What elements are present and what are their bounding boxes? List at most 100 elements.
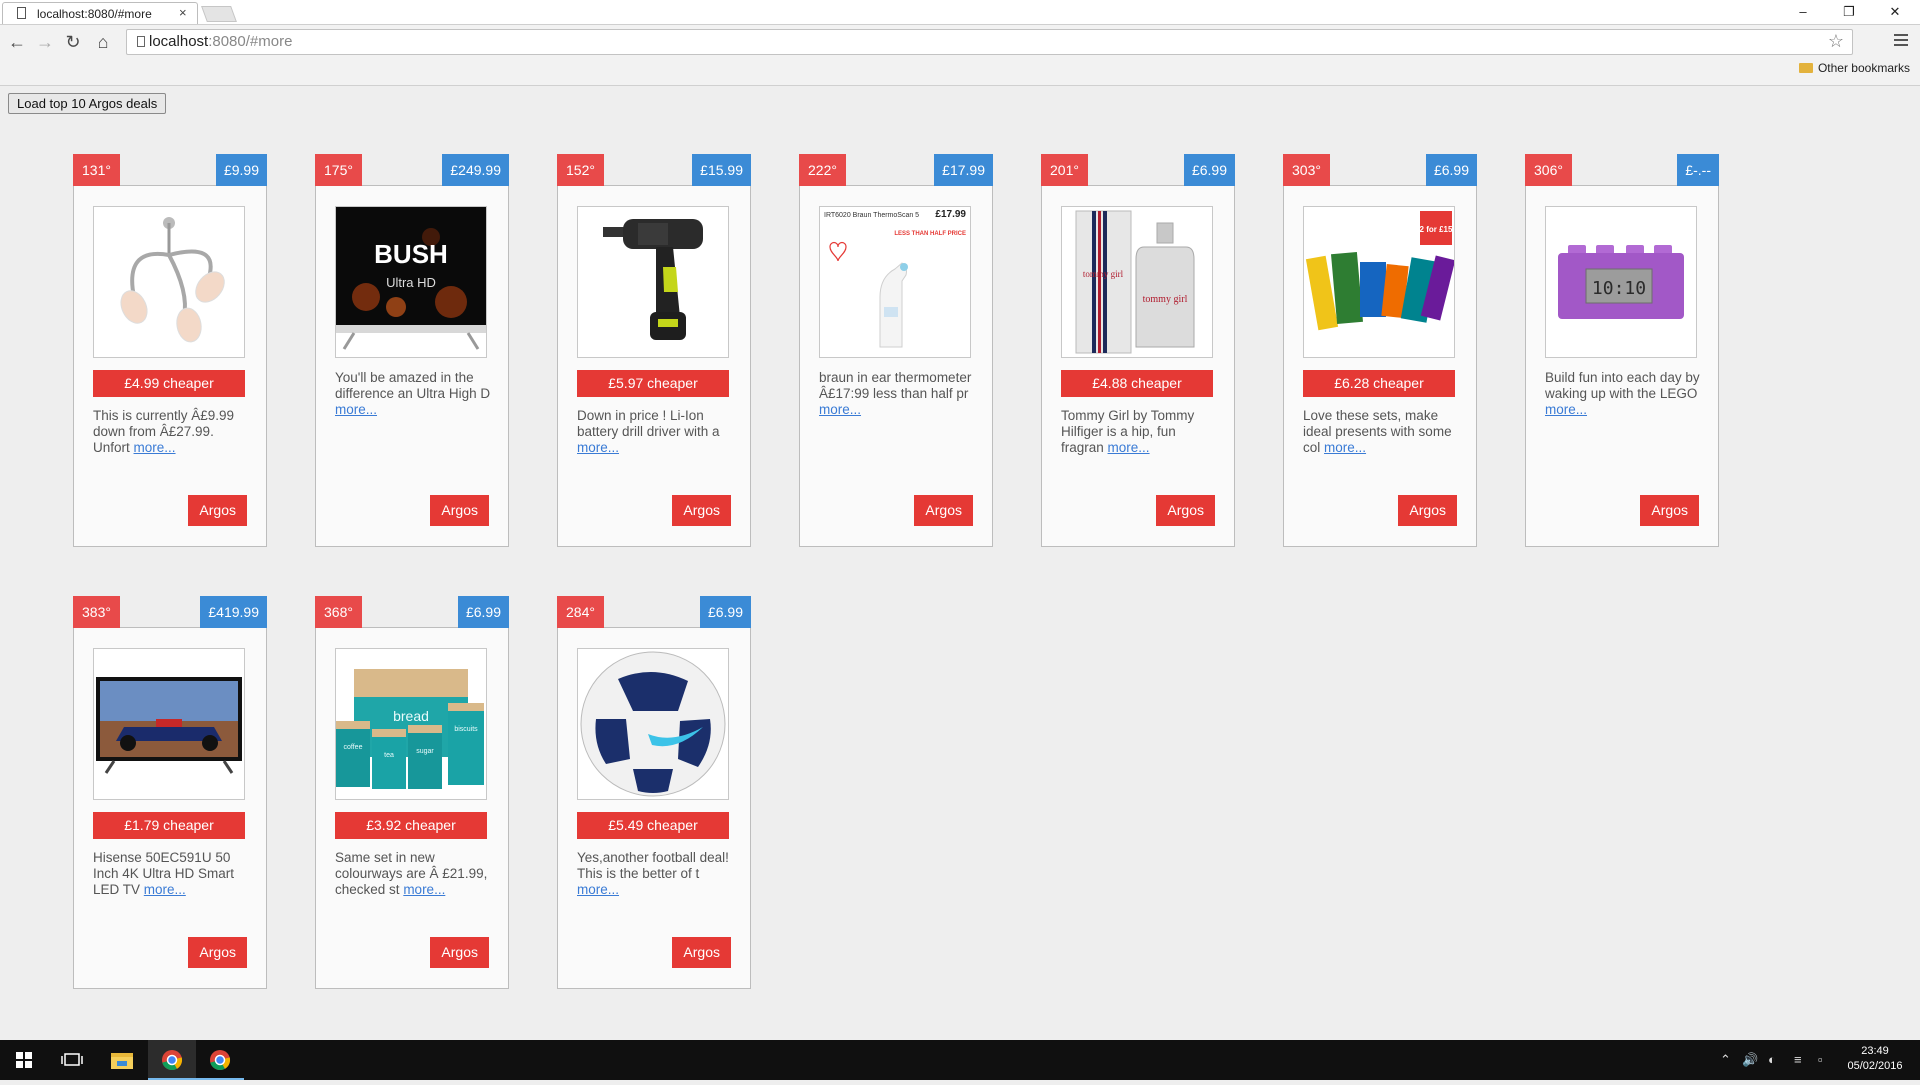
network-icon[interactable]: ◐: [1768, 1040, 1776, 1080]
deal-temperature-badge: 368°: [315, 596, 362, 628]
deal-card: 175° £249.99 BUSH Ultra HD You'll be ama…: [315, 154, 509, 547]
load-deals-button[interactable]: Load top 10 Argos deals: [8, 93, 167, 114]
more-link[interactable]: more...: [403, 882, 445, 897]
deal-temperature-badge: 131°: [73, 154, 120, 186]
deal-temperature-badge: 306°: [1525, 154, 1572, 186]
chrome-taskbar-icon[interactable]: [196, 1040, 244, 1080]
deal-card: 152° £15.99 £5.97 cheaper Down in price …: [557, 154, 751, 547]
browser-tab[interactable]: localhost:8080/#more ×: [2, 2, 198, 24]
deal-description: Build fun into each day by waking up wit…: [1545, 370, 1703, 418]
cheaper-badge: £4.88 cheaper: [1061, 370, 1213, 397]
deal-card: 201° £6.99 tommy girl tommy girl £4.88 c…: [1041, 154, 1235, 547]
argos-button[interactable]: Argos: [430, 495, 489, 526]
deal-card: 284° £6.99 £5.49 cheaper Yes,another foo…: [557, 596, 751, 989]
argos-button[interactable]: Argos: [1640, 495, 1699, 526]
url-path: :8080/#more: [208, 33, 293, 50]
deal-temperature-badge: 201°: [1041, 154, 1088, 186]
deal-description: Hisense 50EC591U 50 Inch 4K Ultra HD Sma…: [93, 850, 251, 898]
hisense-tv-icon[interactable]: [93, 648, 245, 800]
ceiling-light-icon[interactable]: [93, 206, 245, 358]
cheaper-badge: £4.99 cheaper: [93, 370, 245, 397]
bush-tv-icon[interactable]: BUSH Ultra HD: [335, 206, 487, 358]
argos-button[interactable]: Argos: [672, 495, 731, 526]
deal-description: Tommy Girl by Tommy Hilfiger is a hip, f…: [1061, 408, 1219, 456]
system-clock[interactable]: 23:49 05/02/2016: [1840, 1044, 1910, 1074]
more-link[interactable]: more...: [1108, 440, 1150, 455]
deal-price-badge: £17.99: [934, 154, 993, 186]
tab-close-icon[interactable]: ×: [179, 5, 187, 20]
argos-button[interactable]: Argos: [672, 937, 731, 968]
notifications-icon[interactable]: ▫: [1818, 1040, 1823, 1080]
restore-button[interactable]: ❐: [1826, 0, 1872, 24]
reload-icon[interactable]: ↻: [62, 31, 84, 53]
other-bookmarks[interactable]: Other bookmarks: [1798, 61, 1910, 75]
more-link[interactable]: more...: [134, 440, 176, 455]
deal-temperature-badge: 222°: [799, 154, 846, 186]
url-text: localhost:8080/#more: [149, 33, 292, 50]
box-brand-text: tommy girl: [1083, 269, 1124, 279]
deal-description-text: You'll be amazed in the difference an Ul…: [335, 370, 491, 401]
drill-icon[interactable]: [577, 206, 729, 358]
start-button[interactable]: [0, 1040, 48, 1080]
bush-brand-text: BUSH: [374, 239, 448, 269]
perfume-icon[interactable]: tommy girl tommy girl: [1061, 206, 1213, 358]
deal-description-text: Yes,another football deal! This is the b…: [577, 850, 729, 881]
argos-button[interactable]: Argos: [914, 495, 973, 526]
cheaper-badge: £5.97 cheaper: [577, 370, 729, 397]
page-icon: [17, 7, 26, 19]
file-explorer-icon[interactable]: [98, 1040, 146, 1080]
more-link[interactable]: more...: [577, 882, 619, 897]
argos-button[interactable]: Argos: [188, 937, 247, 968]
more-link[interactable]: more...: [1324, 440, 1366, 455]
bookmark-star-icon[interactable]: ☆: [1828, 31, 1844, 52]
new-tab-button[interactable]: [201, 6, 237, 22]
deal-description: braun in ear thermometer Â£17:99 less th…: [819, 370, 977, 418]
more-link[interactable]: more...: [335, 402, 377, 417]
deal-card: 222° £17.99 IRT6020 Braun ThermoScan 5 £…: [799, 154, 993, 547]
football-icon[interactable]: [577, 648, 729, 800]
deal-price-badge: £6.99: [1425, 154, 1477, 186]
address-bar[interactable]: localhost:8080/#more ☆: [126, 29, 1853, 55]
deal-description: Down in price ! Li-Ion battery drill dri…: [577, 408, 735, 456]
thermometer-icon[interactable]: IRT6020 Braun ThermoScan 5 £17.99 LESS T…: [819, 206, 971, 358]
argos-button[interactable]: Argos: [1156, 495, 1215, 526]
deal-description-text: Build fun into each day by waking up wit…: [1545, 370, 1700, 401]
minimize-button[interactable]: –: [1780, 0, 1826, 24]
back-arrow-icon[interactable]: ←: [6, 31, 28, 53]
bread-label-text: bread: [393, 708, 429, 724]
cheaper-badge: £1.79 cheaper: [93, 812, 245, 839]
deal-card: 303° £6.99 2 for £15 £6.28 cheaper Love …: [1283, 154, 1477, 547]
deal-price-badge: £6.99: [699, 596, 751, 628]
deal-price-badge: £9.99: [215, 154, 267, 186]
home-icon[interactable]: ⌂: [92, 31, 114, 53]
cheaper-badge: £5.49 cheaper: [577, 812, 729, 839]
crayola-sets-icon[interactable]: 2 for £15: [1303, 206, 1455, 358]
menu-icon[interactable]: [1894, 31, 1910, 51]
clock-date: 05/02/2016: [1847, 1060, 1903, 1072]
bottle-brand-text: tommy girl: [1143, 294, 1188, 305]
more-link[interactable]: more...: [1545, 402, 1587, 417]
close-window-button[interactable]: ✕: [1872, 0, 1918, 24]
coffee-label-text: coffee: [344, 744, 363, 751]
task-view-icon[interactable]: [48, 1040, 96, 1080]
forward-arrow-icon[interactable]: →: [34, 31, 56, 53]
sugar-label-text: sugar: [416, 748, 434, 755]
more-link[interactable]: more...: [577, 440, 619, 455]
more-link[interactable]: more...: [144, 882, 186, 897]
deal-price-badge: £6.99: [1183, 154, 1235, 186]
argos-button[interactable]: Argos: [1398, 495, 1457, 526]
volume-icon[interactable]: 🔊: [1742, 1040, 1758, 1080]
argos-button[interactable]: Argos: [188, 495, 247, 526]
wifi-icon[interactable]: ≡: [1794, 1040, 1802, 1080]
more-link[interactable]: more...: [819, 402, 861, 417]
chevron-up-icon[interactable]: ⌃: [1720, 1040, 1731, 1080]
folder-icon: [1798, 63, 1813, 73]
chrome-taskbar-icon[interactable]: [148, 1040, 196, 1080]
deal-temperature-badge: 284°: [557, 596, 604, 628]
argos-button[interactable]: Argos: [430, 937, 489, 968]
deal-description: This is currently Â£9.99 down from Â£27.…: [93, 408, 251, 456]
browser-tab-strip: localhost:8080/#more × – ❐ ✕: [0, 0, 1920, 25]
storage-canisters-icon[interactable]: bread coffee tea sugar biscuits: [335, 648, 487, 800]
lego-clock-icon[interactable]: 10:10: [1545, 206, 1697, 358]
tab-title: localhost:8080/#more: [37, 7, 152, 21]
